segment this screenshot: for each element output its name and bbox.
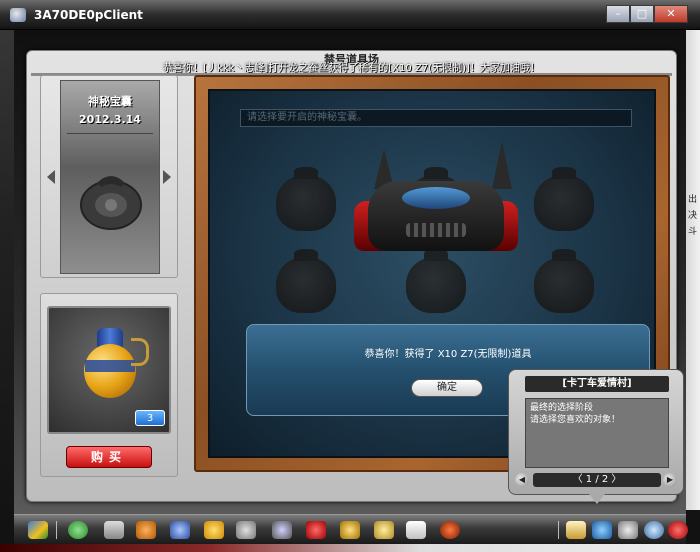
background-strip <box>0 544 700 552</box>
close-button[interactable]: ✕ <box>654 5 688 23</box>
book-icon[interactable] <box>406 521 426 539</box>
npc-next-button[interactable]: ▶ <box>663 473 677 487</box>
item-count-badge: 3 <box>135 410 165 426</box>
balloon-icon[interactable] <box>592 521 612 539</box>
pouch-icon <box>80 176 142 230</box>
back-icon[interactable] <box>68 521 88 539</box>
start-icon[interactable] <box>28 521 48 539</box>
pouch-slot[interactable] <box>276 167 336 231</box>
reward-message: 恭喜你！获得了 X10 Z7(无限制)道具 <box>364 349 532 360</box>
mail-icon[interactable] <box>566 521 586 539</box>
broadcast-message: 恭喜你！[丿kkk丶志峰]打开龙之蚕丝获得了稀有的[X10 Z7(无限制)]！大… <box>163 63 540 74</box>
tools-icon[interactable] <box>618 521 638 539</box>
power-icon[interactable] <box>668 521 688 539</box>
ball-icon[interactable] <box>440 521 460 539</box>
pouch-slot[interactable] <box>534 167 594 231</box>
title-bar: 3A70DE0pClient – □ ✕ <box>0 0 700 30</box>
app-window: { "window": { "title": "3A70DE0pClient",… <box>0 0 700 552</box>
side-text: 斗 <box>688 227 698 237</box>
wrench-icon[interactable] <box>374 521 394 539</box>
gear-parts-icon[interactable] <box>236 521 256 539</box>
heart-icon[interactable] <box>306 521 326 539</box>
cart-icon[interactable] <box>104 521 124 539</box>
pouch-slot[interactable] <box>276 249 336 313</box>
next-arrow-icon[interactable] <box>163 170 171 184</box>
confirm-button[interactable]: 确定 <box>411 379 483 397</box>
kart-icon[interactable] <box>170 521 190 539</box>
vase-handle <box>131 338 149 366</box>
npc-page-indicator: 〈 1 / 2 〉 <box>533 473 661 487</box>
separator <box>558 521 559 539</box>
separator <box>56 521 57 539</box>
mystery-box-name: 神秘宝囊 <box>88 95 132 108</box>
search-icon[interactable] <box>644 521 664 539</box>
app-icon <box>10 8 26 22</box>
npc-line: 最终的选择阶段 <box>530 403 594 413</box>
mystery-box-date: 2012.3.14 <box>79 113 141 126</box>
npc-message: 最终的选择阶段 请选择您喜欢的对象！ <box>525 398 669 468</box>
npc-prev-button[interactable]: ◀ <box>515 473 529 487</box>
window-title: 3A70DE0pClient <box>34 8 143 22</box>
buy-button[interactable]: 购买 <box>66 446 152 468</box>
npc-line: 请选择您喜欢的对象！ <box>530 415 621 425</box>
npc-dialog: [卡丁车爱情村] 最终的选择阶段 请选择您喜欢的对象！ ◀ 〈 1 / 2 〉 … <box>508 369 684 504</box>
car-fin <box>492 141 512 189</box>
side-text: 决 <box>688 211 698 221</box>
prev-arrow-icon[interactable] <box>47 170 55 184</box>
kart-image <box>350 141 522 271</box>
divider <box>67 133 153 134</box>
vase-band <box>85 360 135 372</box>
item-panel: 3 购买 <box>40 293 178 477</box>
item-slot[interactable]: 3 <box>47 306 171 434</box>
car-grill <box>406 223 466 237</box>
pouch-slot[interactable] <box>534 249 594 313</box>
prompt-field: 请选择要开启的神秘宝囊。 <box>240 109 632 127</box>
window-controls: – □ ✕ <box>606 5 688 23</box>
key-icon[interactable] <box>340 521 360 539</box>
character-icon[interactable] <box>136 521 156 539</box>
camera-icon[interactable] <box>272 521 292 539</box>
car-visor <box>402 187 470 209</box>
side-text: 出 <box>688 195 698 205</box>
mystery-box-panel: 神秘宝囊 2012.3.14 <box>40 75 178 278</box>
pet-icon[interactable] <box>204 521 224 539</box>
mystery-box-card[interactable]: 神秘宝囊 2012.3.14 <box>60 80 160 274</box>
game-taskbar <box>14 514 688 544</box>
background-sliver: 出 决 斗 <box>686 30 700 510</box>
maximize-button[interactable]: □ <box>630 5 654 23</box>
minimize-button[interactable]: – <box>606 5 630 23</box>
npc-title: [卡丁车爱情村] <box>525 376 669 392</box>
